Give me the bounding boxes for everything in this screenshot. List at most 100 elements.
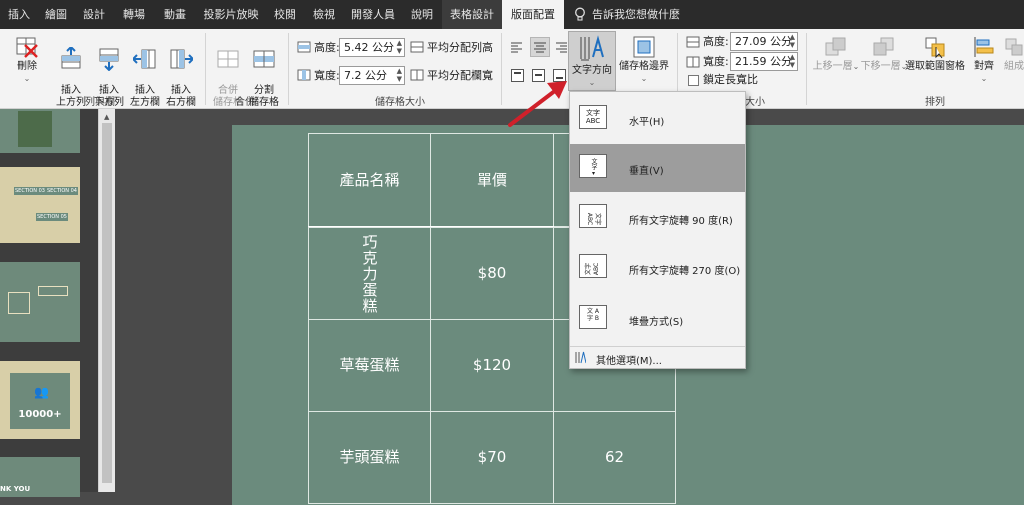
table-width-icon <box>686 56 700 68</box>
spin-arrows-icon[interactable]: ▲ ▼ <box>397 39 402 55</box>
tab-developer[interactable]: 開發人員 <box>344 0 402 29</box>
align-button[interactable]: 對齊 ⌄ <box>968 35 1000 85</box>
align-center-icon[interactable] <box>530 37 550 57</box>
tab-help[interactable]: 說明 <box>402 0 442 29</box>
thumbnail-shape <box>8 292 30 314</box>
group-divider <box>288 33 289 105</box>
thumbnail-shape <box>38 286 68 296</box>
menu-item-horizontal[interactable]: 文字 ABC 水平(H) <box>570 95 745 143</box>
cell-height-value: 5.42 公分 <box>344 41 394 54</box>
table-cell[interactable]: 芋頭蛋糕 <box>308 411 431 504</box>
tab-transitions[interactable]: 轉場 <box>114 0 154 29</box>
table-height-icon <box>686 36 700 48</box>
insert-right-button[interactable]: 插入 右方欄 <box>162 35 200 109</box>
menu-item-label: 所有文字旋轉 90 度(R) <box>629 216 733 227</box>
slide-thumbnail[interactable]: SECTION 03 SECTION 04 SECTION 05 <box>0 167 80 243</box>
menu-item-label: 其他選項(M)... <box>596 356 662 367</box>
tab-view[interactable]: 檢視 <box>304 0 344 29</box>
menu-item-vertical[interactable]: 文字▾ 垂直(V) <box>570 144 745 192</box>
align-left-icon[interactable] <box>511 41 523 53</box>
menu-item-rotate-270[interactable]: 文字 ABC 所有文字旋轉 270 度(O) <box>570 244 745 292</box>
align-label: 對齊 <box>974 61 994 72</box>
table-cell[interactable]: 62 <box>553 411 676 504</box>
rotate-90-text-icon: 文字 ABC <box>579 204 607 228</box>
spin-arrows-icon[interactable]: ▲ ▼ <box>790 33 795 49</box>
cell-margins-icon <box>633 36 655 58</box>
delete-label: 刪除 <box>17 61 37 72</box>
column-width-icon <box>297 69 311 81</box>
table-width-label: 寬度: <box>703 55 729 68</box>
group-label: 組成 <box>1004 61 1024 72</box>
chevron-down-icon: ⌄ <box>23 74 31 83</box>
insert-column-right-icon <box>170 49 193 69</box>
cell-margins-button[interactable]: 儲存格邊界 ⌄ <box>618 35 670 85</box>
tab-design[interactable]: 設計 <box>74 0 114 29</box>
table-width-input[interactable]: 21.59 公分 ▲ ▼ <box>730 52 798 71</box>
thumbnail-stat: 10000+ <box>18 409 62 420</box>
scrollbar-thumb[interactable] <box>102 123 112 483</box>
tab-animations[interactable]: 動畫 <box>154 0 196 29</box>
send-backward-icon <box>873 37 894 56</box>
tab-insert[interactable]: 插入 <box>0 0 38 29</box>
red-arrow-annotation <box>505 75 570 130</box>
slide-thumbnail[interactable] <box>0 262 80 342</box>
menu-divider <box>570 346 745 347</box>
distribute-rows-button[interactable]: 平均分配列高 <box>427 41 493 55</box>
align-objects-icon <box>974 37 994 57</box>
tab-table-design[interactable]: 表格設計 <box>442 0 502 29</box>
table-height-input[interactable]: 27.09 公分 ▲ ▼ <box>730 32 798 51</box>
selection-pane-button[interactable]: 選取範圍窗格 <box>904 35 966 73</box>
table-height-value: 27.09 公分 <box>735 35 792 48</box>
menu-item-rotate-90[interactable]: 文字 ABC 所有文字旋轉 90 度(R) <box>570 194 745 242</box>
bring-forward-button[interactable]: 上移一層⌄ <box>812 35 860 73</box>
tab-slideshow[interactable]: 投影片放映 <box>196 0 266 29</box>
thumbnail-scrollbar[interactable]: ▲ <box>98 109 115 492</box>
menu-item-more-options[interactable]: 其他選項(M)... <box>570 349 745 367</box>
thumbnail-text: SECTION 03 <box>14 187 46 195</box>
group-divider <box>806 33 807 105</box>
table-cell[interactable]: 巧克力蛋糕 <box>308 227 431 320</box>
row-height-icon <box>297 41 311 53</box>
send-backward-button[interactable]: 下移一層⌄ <box>860 35 908 73</box>
insert-row-above-icon <box>61 47 81 69</box>
horizontal-text-icon: 文字 ABC <box>579 105 607 129</box>
spin-arrows-icon[interactable]: ▲ ▼ <box>790 53 795 69</box>
ribbon-tab-bar: 插入 繪圖 設計 轉場 動畫 投影片放映 校閱 檢視 開發人員 說明 表格設計 … <box>0 0 1024 29</box>
delete-button[interactable]: 刪除 ⌄ <box>10 35 44 85</box>
table-header-cell[interactable]: 單價 <box>430 133 554 227</box>
scroll-up-icon[interactable]: ▲ <box>104 113 109 121</box>
table-header-cell[interactable]: 產品名稱 <box>308 133 431 227</box>
cell-height-input[interactable]: 5.42 公分 ▲ ▼ <box>339 38 405 57</box>
tab-layout[interactable]: 版面配置 <box>502 0 564 29</box>
group-divider <box>205 33 206 105</box>
cell-margins-label: 儲存格邊界 <box>619 61 669 72</box>
slide-thumbnail[interactable]: NK YOU <box>0 457 80 497</box>
chevron-down-icon: ⌄ <box>852 62 860 71</box>
slide-thumbnail[interactable]: 10000+ 👥 <box>0 361 80 439</box>
table-cell[interactable]: $120 <box>430 319 554 412</box>
tell-me-search[interactable]: 告訴我您想做什麼 <box>592 0 712 29</box>
spin-arrows-icon[interactable]: ▲ ▼ <box>397 67 402 83</box>
rotate-270-text-icon: 文字 ABC <box>579 254 607 278</box>
tab-review[interactable]: 校閱 <box>266 0 304 29</box>
table-cell[interactable]: 草莓蛋糕 <box>308 319 431 412</box>
table-cell[interactable]: $70 <box>430 411 554 504</box>
cell-width-label: 寬度: <box>314 69 340 82</box>
lock-aspect-checkbox[interactable] <box>688 75 699 86</box>
table-cell[interactable]: $80 <box>430 227 554 320</box>
stacked-text-icon: 文 A字 B <box>579 305 607 329</box>
distribute-cols-icon <box>410 69 424 81</box>
menu-item-stacked[interactable]: 文 A字 B 堆疊方式(S) <box>570 295 745 343</box>
split-cells-icon <box>253 50 275 68</box>
group-button[interactable]: 組成 <box>1002 35 1024 73</box>
align-right-icon[interactable] <box>556 41 568 53</box>
chevron-down-icon: ⌄ <box>980 74 988 83</box>
lightbulb-icon <box>574 7 586 21</box>
tab-draw[interactable]: 繪圖 <box>38 0 74 29</box>
text-direction-button[interactable]: 文字方向 ⌄ <box>568 31 616 91</box>
distribute-cols-button[interactable]: 平均分配欄寬 <box>427 69 493 83</box>
table-cell-text: 巧克力蛋糕 <box>360 234 379 314</box>
cell-width-input[interactable]: 7.2 公分 ▲ ▼ <box>339 66 405 85</box>
cell-height-label: 高度: <box>314 41 340 54</box>
slide-thumbnail[interactable] <box>0 109 80 153</box>
